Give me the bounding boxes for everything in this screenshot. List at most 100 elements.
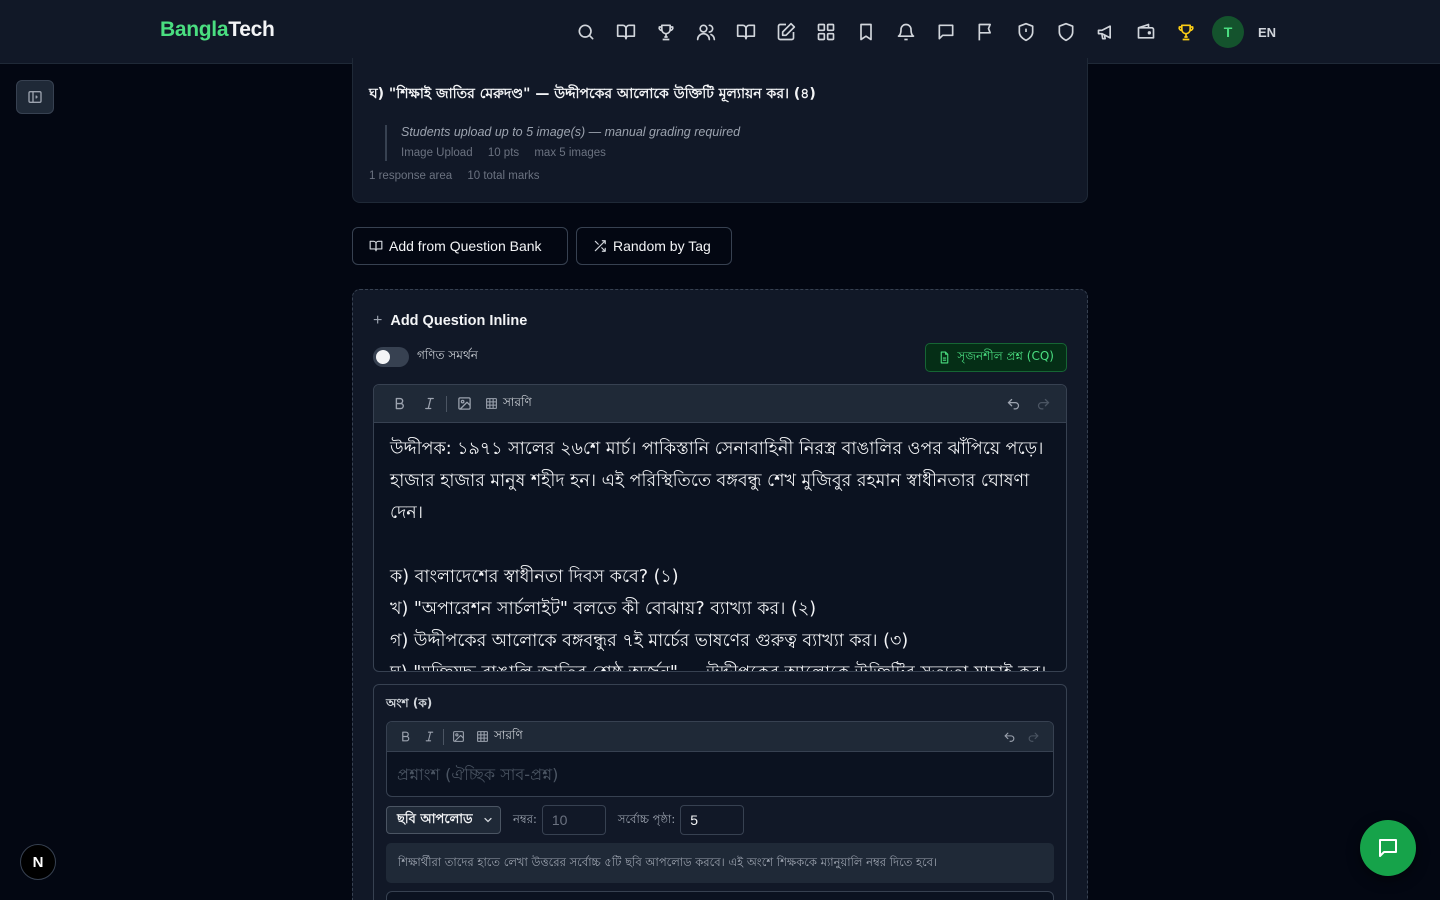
bold-icon bbox=[395, 397, 404, 410]
add-from-question-bank-label: Add from Question Bank bbox=[389, 238, 542, 254]
response-area: Students upload up to 5 image(s) — manua… bbox=[385, 125, 740, 161]
stem-part-ka: ক) বাংলাদেশের স্বাধীনতা দিবস কবে? (১) bbox=[390, 567, 679, 587]
redo-button[interactable] bbox=[1021, 725, 1045, 749]
math-support-toggle[interactable] bbox=[373, 347, 409, 367]
redo-button[interactable] bbox=[1028, 389, 1058, 419]
part-controls: ছবি আপলোড নম্বর: 10 সর্বোচ্চ পৃষ্ঠা: 5 bbox=[386, 805, 745, 835]
undo-icon bbox=[1003, 732, 1014, 742]
toggle-knob bbox=[376, 350, 390, 364]
grid-icon[interactable] bbox=[806, 12, 846, 52]
nav-icons: T EN bbox=[566, 12, 1276, 52]
wallet-icon[interactable] bbox=[1126, 12, 1166, 52]
response-description: Students upload up to 5 image(s) — manua… bbox=[401, 125, 741, 139]
part-editor-toolbar: সারণি bbox=[387, 722, 1053, 752]
bell-icon[interactable] bbox=[886, 12, 926, 52]
math-support-label: গণিত সমর্থন bbox=[417, 348, 478, 362]
shuffle-icon bbox=[594, 240, 606, 252]
chevron-down-icon bbox=[484, 817, 492, 823]
marks-input[interactable]: 10 bbox=[541, 805, 606, 835]
random-by-tag-button[interactable]: Random by Tag bbox=[576, 227, 732, 265]
toolbar-separator bbox=[443, 728, 444, 745]
toolbar-separator bbox=[446, 395, 447, 412]
stem-part-kha: খ) "অপারেশন সার্চলাইট" বলতে কী বোঝায়? ব… bbox=[390, 599, 817, 619]
plus-icon: + bbox=[373, 312, 383, 329]
max-pages-label: সর্বোচ্চ পৃষ্ঠা: bbox=[617, 811, 676, 826]
chat-fab-button[interactable] bbox=[1360, 820, 1416, 876]
composer-title: + Add Question Inline bbox=[373, 312, 527, 330]
library-icon[interactable] bbox=[726, 12, 766, 52]
upload-info-note: শিক্ষার্থীরা তাদের হাতে লেখা উত্তরের সর্… bbox=[386, 843, 1054, 883]
question-type-badge[interactable]: সৃজনশীল প্রশ্ন (CQ) bbox=[925, 343, 1067, 372]
brand-part-2: Tech bbox=[228, 18, 275, 41]
question-card: ঘ) "শিক্ষাই জাতির মেরুদণ্ড" — উদ্দীপকের … bbox=[352, 58, 1088, 203]
megaphone-icon[interactable] bbox=[1086, 12, 1126, 52]
trophy-gold-icon[interactable] bbox=[1166, 12, 1206, 52]
stem-editor: সারণি উদ্দীপক: ১৯৭১ সালের ২৬শে মার্চ। পা… bbox=[373, 384, 1067, 672]
part-label: অংশ (ক) bbox=[386, 696, 433, 710]
stem-gap bbox=[390, 529, 1050, 561]
image-icon bbox=[452, 731, 464, 742]
message-icon[interactable] bbox=[926, 12, 966, 52]
response-type-value: ছবি আপলোড bbox=[397, 811, 473, 827]
bookmark-icon[interactable] bbox=[846, 12, 886, 52]
chat-icon bbox=[1379, 839, 1397, 857]
response-max: max 5 images bbox=[534, 147, 606, 159]
response-area-count: 1 response area bbox=[369, 170, 453, 182]
redo-icon bbox=[1028, 732, 1039, 742]
trophy-icon[interactable] bbox=[646, 12, 686, 52]
next-dev-indicator[interactable]: N bbox=[20, 844, 56, 880]
italic-icon bbox=[425, 731, 433, 742]
insert-table-label: সারণি bbox=[494, 727, 523, 742]
shield-icon[interactable] bbox=[1046, 12, 1086, 52]
part-subquestion-input[interactable]: প্রশ্নাংশ (ঐচ্ছিক সাব-প্রশ্ন) bbox=[387, 752, 1053, 796]
inline-question-composer: + Add Question Inline গণিত সমর্থন সৃজনশী… bbox=[352, 289, 1088, 900]
question-footer: 1 response area 10 total marks bbox=[369, 170, 552, 182]
italic-icon bbox=[424, 397, 434, 410]
undo-icon bbox=[1007, 398, 1019, 409]
history-controls bbox=[997, 725, 1045, 749]
stem-stimulus: উদ্দীপক: ১৯৭১ সালের ২৬শে মার্চ। পাকিস্তা… bbox=[390, 439, 1044, 523]
response-meta: Image Upload 10 pts max 5 images bbox=[401, 147, 740, 159]
language-switch[interactable]: EN bbox=[1258, 25, 1276, 40]
math-support-row: গণিত সমর্থন bbox=[373, 347, 478, 367]
flag-icon[interactable] bbox=[966, 12, 1006, 52]
table-icon bbox=[477, 731, 488, 742]
shield-alert-icon[interactable] bbox=[1006, 12, 1046, 52]
max-pages-input[interactable]: 5 bbox=[680, 805, 745, 835]
insert-table-button[interactable]: সারণি bbox=[476, 727, 523, 747]
response-points: 10 pts bbox=[487, 147, 520, 159]
sidebar-icon bbox=[28, 91, 42, 103]
next-field[interactable] bbox=[386, 891, 1054, 900]
table-icon bbox=[486, 398, 497, 409]
italic-button[interactable] bbox=[414, 389, 444, 419]
insert-image-button[interactable] bbox=[446, 725, 470, 749]
stem-editor-content[interactable]: উদ্দীপক: ১৯৭১ সালের ২৬শে মার্চ। পাকিস্তা… bbox=[374, 423, 1066, 671]
bold-button[interactable] bbox=[393, 725, 417, 749]
book-open-icon[interactable] bbox=[606, 12, 646, 52]
part-ka-section: অংশ (ক) সারণি প্রশ্নাংশ (ঐচ্ছিক সাব-প্রশ… bbox=[373, 684, 1067, 900]
undo-button[interactable] bbox=[997, 725, 1021, 749]
question-type-label: সৃজনশীল প্রশ্ন (CQ) bbox=[957, 348, 1054, 363]
brand-logo[interactable]: BanglaTech bbox=[160, 18, 275, 42]
insert-image-button[interactable] bbox=[449, 389, 479, 419]
stem-part-gha: ঘ) "মুক্তিযুদ্ধ বাঙালি জাতির শ্রেষ্ঠ অর্… bbox=[390, 657, 1050, 671]
response-type-select[interactable]: ছবি আপলোড bbox=[386, 806, 501, 834]
stem-editor-toolbar: সারণি bbox=[374, 385, 1066, 423]
sidebar-toggle-button[interactable] bbox=[16, 80, 54, 114]
bold-button[interactable] bbox=[384, 389, 414, 419]
random-by-tag-label: Random by Tag bbox=[613, 238, 711, 254]
undo-button[interactable] bbox=[998, 389, 1028, 419]
book-open-icon bbox=[369, 240, 383, 252]
add-from-question-bank-button[interactable]: Add from Question Bank bbox=[352, 227, 568, 265]
users-icon[interactable] bbox=[686, 12, 726, 52]
question-subpart-text: ঘ) "শিক্ষাই জাতির মেরুদণ্ড" — উদ্দীপকের … bbox=[369, 86, 816, 102]
user-avatar[interactable]: T bbox=[1212, 16, 1244, 48]
search-icon[interactable] bbox=[566, 12, 606, 52]
bold-icon bbox=[401, 731, 409, 742]
insert-table-button[interactable]: সারণি bbox=[485, 394, 532, 414]
italic-button[interactable] bbox=[417, 725, 441, 749]
edit-icon[interactable] bbox=[766, 12, 806, 52]
redo-icon bbox=[1037, 398, 1049, 409]
insert-table-label: সারণি bbox=[503, 394, 532, 409]
file-text-icon bbox=[941, 351, 949, 364]
